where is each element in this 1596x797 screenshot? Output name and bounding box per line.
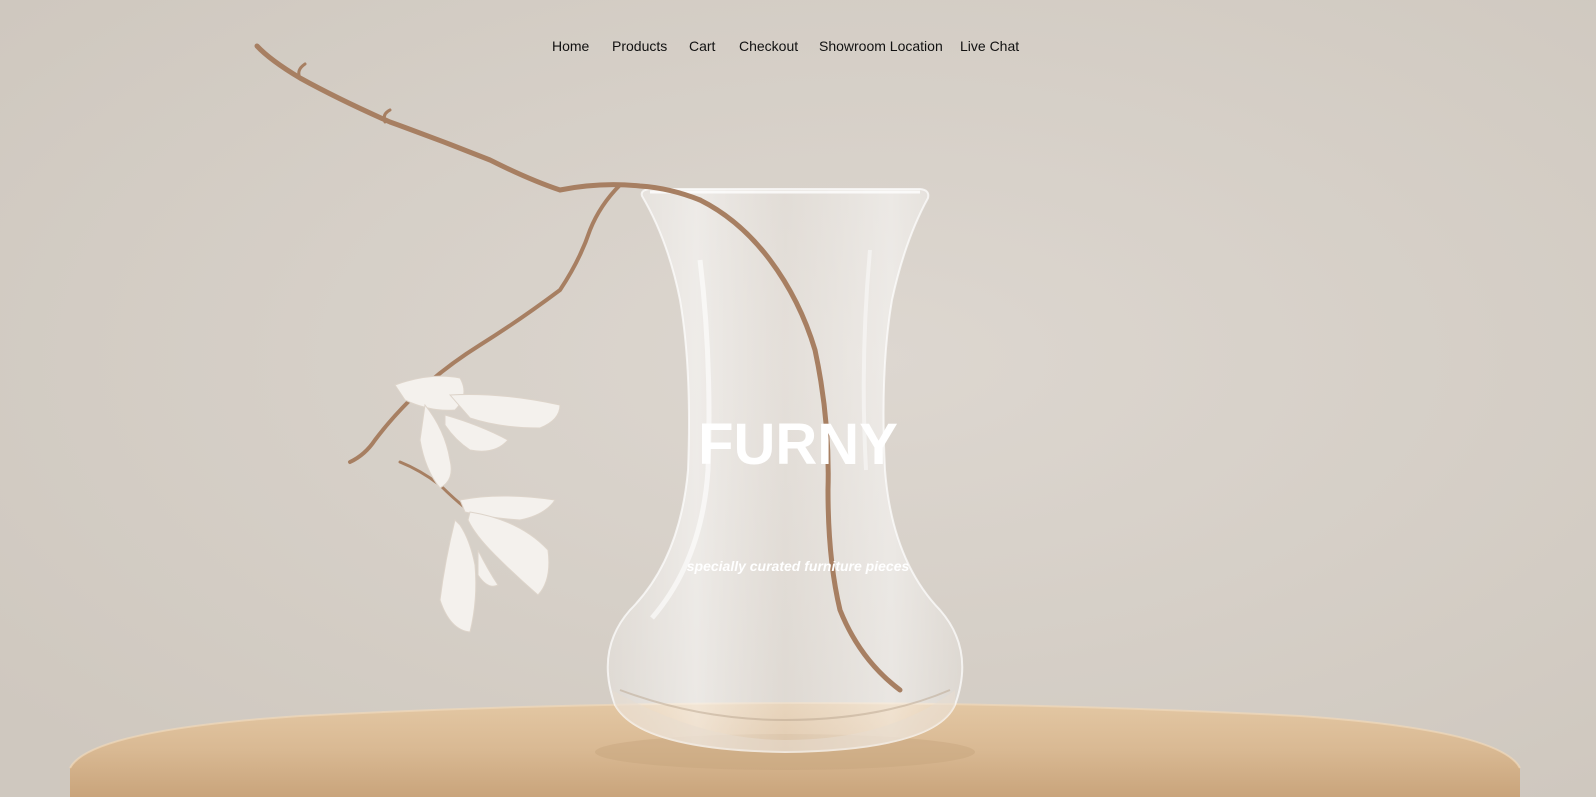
- nav-link-products[interactable]: Products: [612, 36, 667, 56]
- hero-title: FURNY: [698, 412, 898, 477]
- nav-link-live-chat[interactable]: Live Chat: [960, 36, 1019, 56]
- main-nav: Home Products Cart Checkout Showroom Loc…: [0, 36, 1596, 56]
- nav-link-showroom-location[interactable]: Showroom Location: [819, 36, 943, 56]
- nav-link-cart[interactable]: Cart: [689, 36, 715, 56]
- hero-section: Home Products Cart Checkout Showroom Loc…: [0, 0, 1596, 797]
- hero-background-image: [0, 0, 1596, 797]
- hero-tagline: specially curated furniture pieces: [686, 558, 910, 574]
- nav-link-home[interactable]: Home: [552, 36, 589, 56]
- nav-link-checkout[interactable]: Checkout: [739, 36, 798, 56]
